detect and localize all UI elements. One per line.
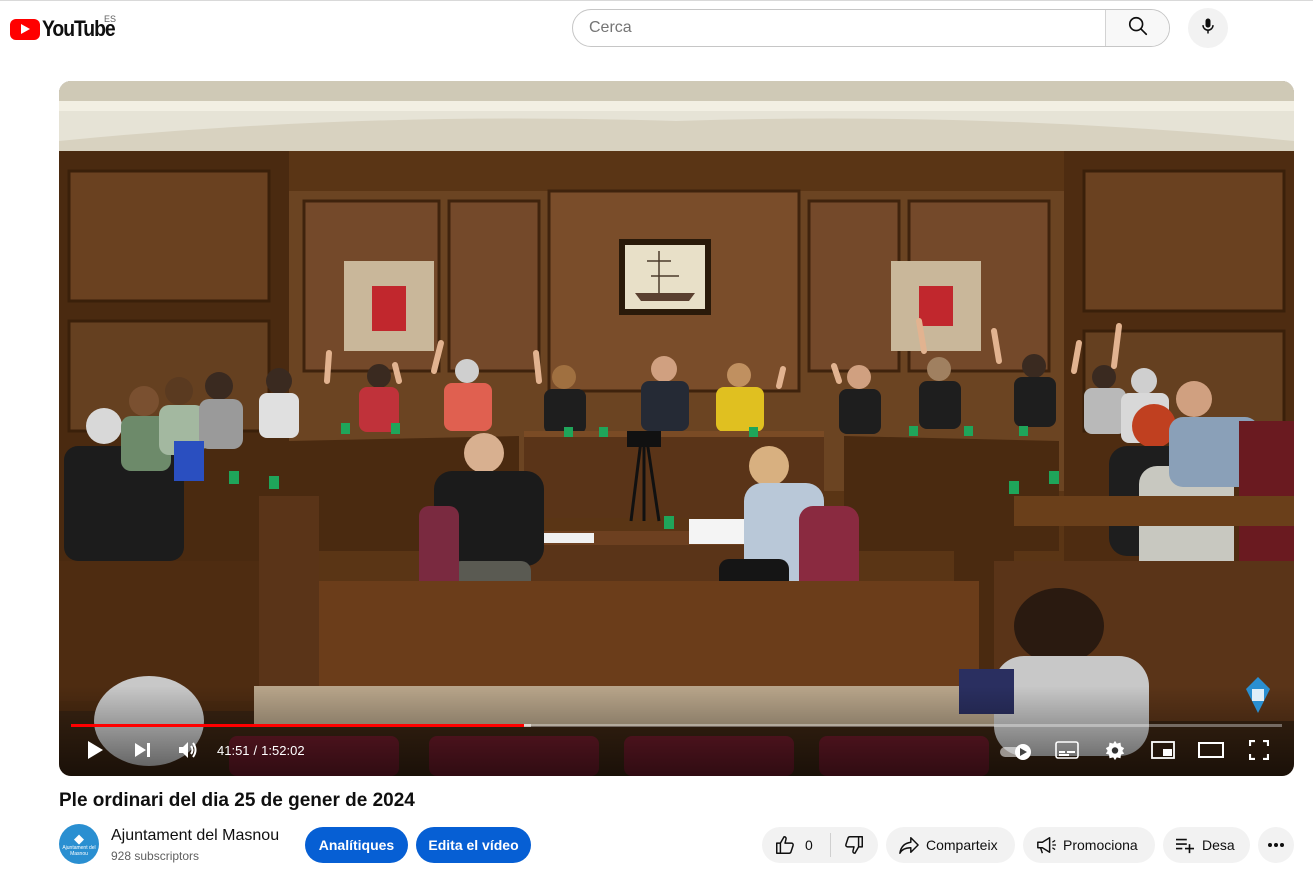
save-button[interactable]: Desa bbox=[1163, 827, 1250, 863]
like-count: 0 bbox=[805, 837, 813, 853]
current-time: 41:51 bbox=[217, 743, 250, 758]
search-icon bbox=[1127, 15, 1149, 42]
subscriber-count: 928 subscriptors bbox=[111, 849, 200, 863]
thumbs-up-icon bbox=[774, 834, 796, 856]
settings-button[interactable] bbox=[1099, 736, 1131, 768]
like-button[interactable]: 0 bbox=[762, 827, 830, 863]
video-player[interactable]: 41:51/1:52:02 bbox=[59, 81, 1294, 776]
search-input[interactable] bbox=[573, 10, 1105, 46]
settings-gear-icon bbox=[1104, 739, 1126, 766]
more-horizontal-icon bbox=[1267, 842, 1285, 848]
promote-button[interactable]: Promociona bbox=[1023, 827, 1155, 863]
channel-name[interactable]: Ajuntament del Masnou bbox=[111, 827, 279, 845]
avatar-text: Ajuntament del Masnou bbox=[62, 844, 96, 857]
playlist-add-icon bbox=[1174, 836, 1196, 854]
promote-label: Promociona bbox=[1063, 837, 1138, 853]
share-label: Comparteix bbox=[926, 837, 998, 853]
share-button[interactable]: Comparteix bbox=[886, 827, 1015, 863]
play-button[interactable] bbox=[79, 736, 111, 768]
search-button[interactable] bbox=[1105, 10, 1169, 46]
time-display: 41:51/1:52:02 bbox=[217, 743, 305, 758]
volume-button[interactable] bbox=[172, 736, 204, 768]
video-frame bbox=[59, 81, 1294, 776]
time-separator: / bbox=[253, 743, 258, 758]
subtitles-icon bbox=[1055, 740, 1079, 764]
miniplayer-button[interactable] bbox=[1147, 736, 1179, 768]
share-icon bbox=[898, 835, 920, 855]
country-code: ES bbox=[104, 14, 117, 24]
youtube-logo-icon bbox=[10, 18, 40, 40]
dislike-button[interactable] bbox=[830, 827, 878, 863]
subtitles-button[interactable] bbox=[1051, 736, 1083, 768]
miniplayer-icon bbox=[1151, 740, 1175, 764]
channel-avatar[interactable]: ◆ Ajuntament del Masnou bbox=[59, 824, 99, 864]
next-icon bbox=[132, 740, 152, 765]
volume-icon bbox=[177, 740, 199, 765]
fullscreen-icon bbox=[1248, 739, 1270, 765]
microphone-icon bbox=[1198, 16, 1218, 41]
channel-watermark-icon[interactable] bbox=[1243, 675, 1273, 720]
thumbs-down-icon bbox=[843, 834, 865, 856]
fullscreen-button[interactable] bbox=[1243, 736, 1275, 768]
progress-played bbox=[71, 724, 524, 727]
theater-mode-icon bbox=[1198, 741, 1224, 763]
top-divider bbox=[0, 0, 1313, 1]
more-actions-button[interactable] bbox=[1258, 827, 1294, 863]
progress-bar[interactable] bbox=[71, 724, 1282, 727]
next-button[interactable] bbox=[126, 736, 158, 768]
analytics-button[interactable]: Analítiques bbox=[305, 827, 408, 863]
megaphone-icon bbox=[1035, 835, 1057, 855]
voice-search-button[interactable] bbox=[1188, 8, 1228, 48]
video-title: Ple ordinari del dia 25 de gener de 2024 bbox=[59, 790, 415, 811]
autoplay-toggle[interactable] bbox=[997, 736, 1037, 768]
play-icon bbox=[85, 739, 105, 766]
save-label: Desa bbox=[1202, 837, 1235, 853]
duration: 1:52:02 bbox=[261, 743, 305, 758]
channel-emblem-icon: ◆ bbox=[74, 830, 84, 846]
search-box bbox=[572, 9, 1170, 47]
like-dislike-group: 0 bbox=[762, 827, 878, 863]
edit-video-button[interactable]: Edita el vídeo bbox=[416, 827, 531, 863]
theater-mode-button[interactable] bbox=[1195, 736, 1227, 768]
